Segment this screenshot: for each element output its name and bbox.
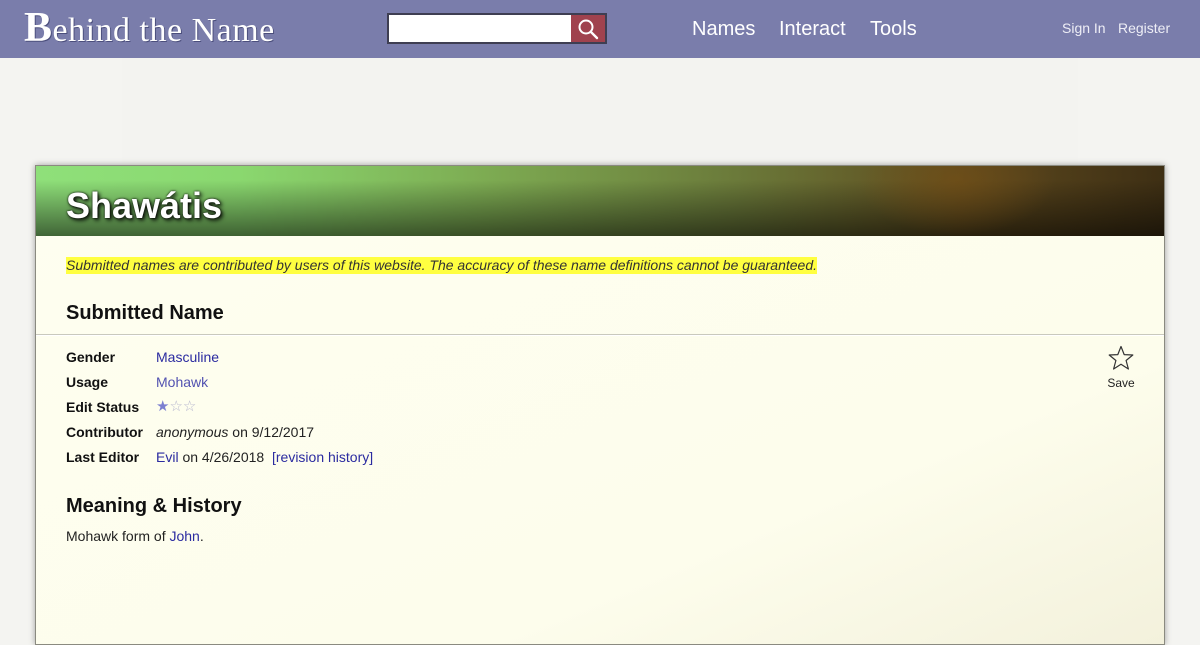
site-logo[interactable]: Behind the Name bbox=[24, 6, 275, 50]
gender-link[interactable]: Masculine bbox=[156, 349, 219, 365]
disclaimer-notice: Submitted names are contributed by users… bbox=[66, 257, 817, 274]
ad-placeholder bbox=[122, 58, 1078, 165]
last-editor-label: Last Editor bbox=[66, 449, 140, 465]
usage-label: Usage bbox=[66, 374, 109, 390]
star-outline-icon bbox=[1108, 345, 1134, 370]
john-link[interactable]: John bbox=[169, 528, 199, 544]
star-empty-icon: ☆ bbox=[169, 398, 183, 415]
star-empty-icon: ☆ bbox=[182, 398, 197, 415]
last-editor-link[interactable]: Evil bbox=[156, 449, 179, 465]
edit-status-stars[interactable]: ★☆☆ bbox=[156, 397, 196, 417]
search-icon bbox=[578, 19, 599, 39]
section-heading-meaning-history: Meaning & History bbox=[66, 495, 242, 517]
nav-interact[interactable]: Interact bbox=[779, 17, 846, 41]
site-header: Behind the Name Names Interact Tools Sig… bbox=[0, 0, 1200, 58]
last-editor-date: on 4/26/2018 bbox=[178, 449, 269, 465]
usage-link[interactable]: Mohawk bbox=[156, 374, 208, 390]
contributor-date: on 9/12/2017 bbox=[228, 424, 315, 440]
meaning-suffix: . bbox=[199, 528, 204, 544]
meaning-prefix: Mohawk form of bbox=[66, 528, 170, 544]
nav-tools[interactable]: Tools bbox=[870, 17, 917, 41]
save-button[interactable]: Save bbox=[1102, 345, 1140, 390]
register-link[interactable]: Register bbox=[1118, 20, 1170, 37]
search-form bbox=[387, 13, 607, 44]
save-label: Save bbox=[1107, 376, 1135, 390]
nav-names[interactable]: Names bbox=[692, 17, 755, 41]
logo-text: ehind the Name bbox=[52, 12, 275, 49]
gender-label: Gender bbox=[66, 349, 116, 365]
edit-status-label: Edit Status bbox=[66, 399, 140, 415]
name-card: Shawátis Submitted names are contributed… bbox=[35, 165, 1165, 645]
sign-in-link[interactable]: Sign In bbox=[1062, 20, 1106, 37]
section-divider bbox=[36, 334, 1164, 336]
section-heading-submitted-name: Submitted Name bbox=[66, 302, 224, 324]
meaning-text: Mohawk form of John. bbox=[66, 526, 204, 546]
revision-history-link[interactable]: [revision history] bbox=[272, 449, 373, 465]
logo-initial: B bbox=[24, 5, 53, 51]
page-title: Shawátis bbox=[66, 185, 223, 226]
contributor-label: Contributor bbox=[66, 424, 143, 440]
contributor-name: anonymous bbox=[156, 424, 229, 440]
search-button[interactable] bbox=[571, 15, 605, 42]
star-filled-icon: ★ bbox=[156, 398, 170, 415]
title-banner: Shawátis bbox=[36, 166, 1164, 236]
search-input[interactable] bbox=[389, 15, 571, 42]
